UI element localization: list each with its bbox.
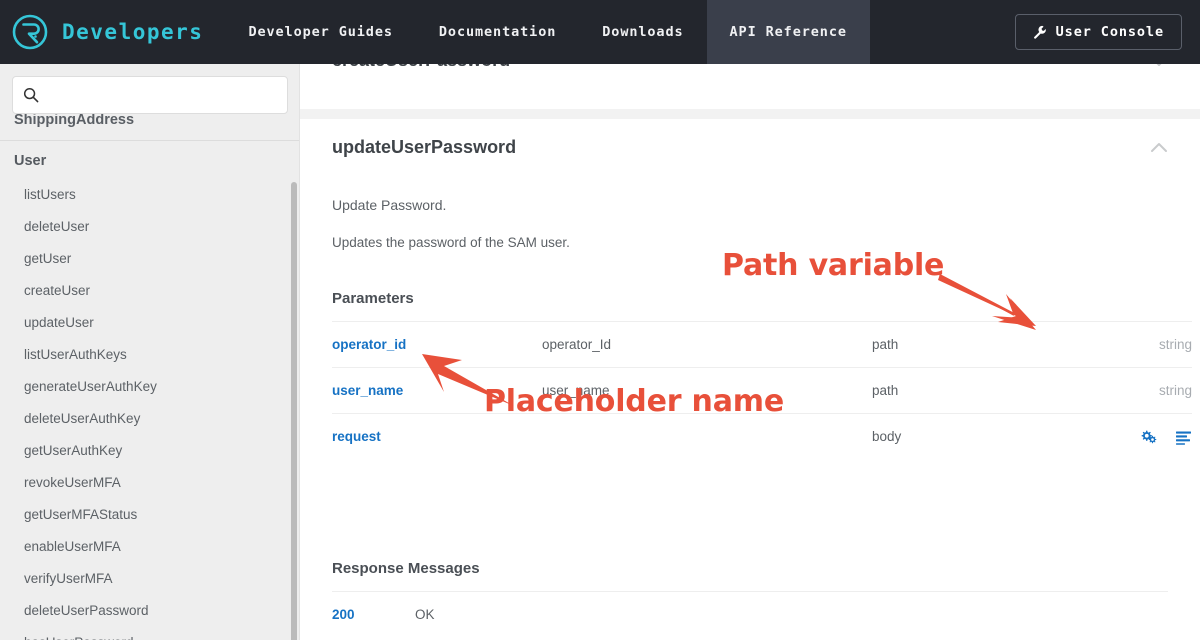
parameter-description: user_name <box>542 368 872 414</box>
search-icon <box>23 87 39 103</box>
sidebar-item-deleteUserPassword[interactable]: deleteUserPassword <box>0 595 300 627</box>
response-code[interactable]: 200 <box>332 591 415 637</box>
operation-body: Update Password. Updates the password of… <box>300 197 1200 637</box>
parameter-description: operator_Id <box>542 322 872 368</box>
operation-header[interactable]: updateUserPassword <box>300 119 1200 175</box>
company-logo-icon <box>10 12 50 52</box>
table-row: 200 OK <box>332 591 1168 637</box>
response-message: OK <box>415 591 1168 637</box>
sidebar-divider <box>0 140 300 141</box>
tab-downloads[interactable]: Downloads <box>579 0 706 64</box>
main-content: createUserPassword updateUserPassword Up… <box>300 64 1200 640</box>
parameter-in: path <box>872 368 1052 414</box>
brand-name: Developers <box>62 20 203 44</box>
page-root: Developers Developer Guides Documentatio… <box>0 0 1200 640</box>
sidebar-item-getUserAuthKey[interactable]: getUserAuthKey <box>0 435 300 467</box>
tab-documentation[interactable]: Documentation <box>416 0 579 64</box>
sidebar-item-hasUserPassword[interactable]: hasUserPassword <box>0 627 300 640</box>
sidebar-scrollbar[interactable] <box>291 182 297 640</box>
operation-createUserPassword[interactable]: createUserPassword <box>300 64 1200 109</box>
sidebar-item-createUser[interactable]: createUser <box>0 275 300 307</box>
table-row[interactable]: operator_id operator_Id path string <box>332 322 1192 368</box>
parameter-name[interactable]: request <box>332 414 542 460</box>
wrench-icon <box>1033 25 1047 39</box>
parameter-name[interactable]: operator_id <box>332 322 542 368</box>
operation-title: updateUserPassword <box>332 137 516 158</box>
search-box[interactable] <box>12 76 288 114</box>
parameters-section-title: Parameters <box>332 290 1168 307</box>
operation-description: Updates the password of the SAM user. <box>332 235 1168 250</box>
sidebar-border <box>299 64 300 640</box>
parameter-description <box>542 414 872 460</box>
operation-updateUserPassword: updateUserPassword Update Password. Upda… <box>300 119 1200 637</box>
chevron-up-icon[interactable] <box>1150 142 1168 153</box>
sidebar-item-getUserMFAStatus[interactable]: getUserMFAStatus <box>0 499 300 531</box>
top-navigation-bar: Developers Developer Guides Documentatio… <box>0 0 1200 64</box>
tab-api-reference[interactable]: API Reference <box>707 0 870 64</box>
cogs-icon[interactable] <box>1140 430 1157 445</box>
sidebar-item-deleteUser[interactable]: deleteUser <box>0 211 300 243</box>
tab-developer-guides[interactable]: Developer Guides <box>225 0 415 64</box>
table-row[interactable]: user_name user_name path string <box>332 368 1192 414</box>
sidebar-item-deleteUserAuthKey[interactable]: deleteUserAuthKey <box>0 403 300 435</box>
sidebar-item-getUser[interactable]: getUser <box>0 243 300 275</box>
parameters-table: operator_id operator_Id path string user… <box>332 321 1192 460</box>
table-row[interactable]: request body <box>332 414 1192 460</box>
parameter-type: string <box>1052 322 1192 368</box>
operation-title: createUserPassword <box>332 64 510 71</box>
sidebar-item-verifyUserMFA[interactable]: verifyUserMFA <box>0 563 300 595</box>
responses-section-title: Response Messages <box>332 560 1168 577</box>
nav-tabs: Developer Guides Documentation Downloads… <box>225 0 869 64</box>
sidebar-operation-list: ShippingAddress User listUsers deleteUse… <box>0 64 300 640</box>
list-icon[interactable] <box>1175 430 1192 445</box>
sidebar-item-enableUserMFA[interactable]: enableUserMFA <box>0 531 300 563</box>
brand[interactable]: Developers <box>0 0 225 64</box>
top-bar-right: User Console <box>1015 0 1200 64</box>
sidebar-item-revokeUserMFA[interactable]: revokeUserMFA <box>0 467 300 499</box>
parameter-name[interactable]: user_name <box>332 368 542 414</box>
sidebar-search <box>12 76 288 114</box>
sidebar-group-user[interactable]: User <box>0 143 300 179</box>
parameter-in: path <box>872 322 1052 368</box>
chevron-down-icon[interactable] <box>1150 64 1168 67</box>
parameter-type: string <box>1052 368 1192 414</box>
user-console-label: User Console <box>1056 24 1164 40</box>
sidebar-item-listUsers[interactable]: listUsers <box>0 179 300 211</box>
responses-table: 200 OK <box>332 591 1168 637</box>
sidebar-item-listUserAuthKeys[interactable]: listUserAuthKeys <box>0 339 300 371</box>
operation-summary: Update Password. <box>332 197 1168 213</box>
user-console-button[interactable]: User Console <box>1015 14 1182 50</box>
sidebar-item-updateUser[interactable]: updateUser <box>0 307 300 339</box>
api-sidebar: ShippingAddress User listUsers deleteUse… <box>0 64 300 640</box>
parameter-actions <box>1052 414 1192 460</box>
search-input[interactable] <box>47 88 277 103</box>
card-separator <box>300 109 1200 119</box>
parameter-in: body <box>872 414 1052 460</box>
sidebar-item-generateUserAuthKey[interactable]: generateUserAuthKey <box>0 371 300 403</box>
